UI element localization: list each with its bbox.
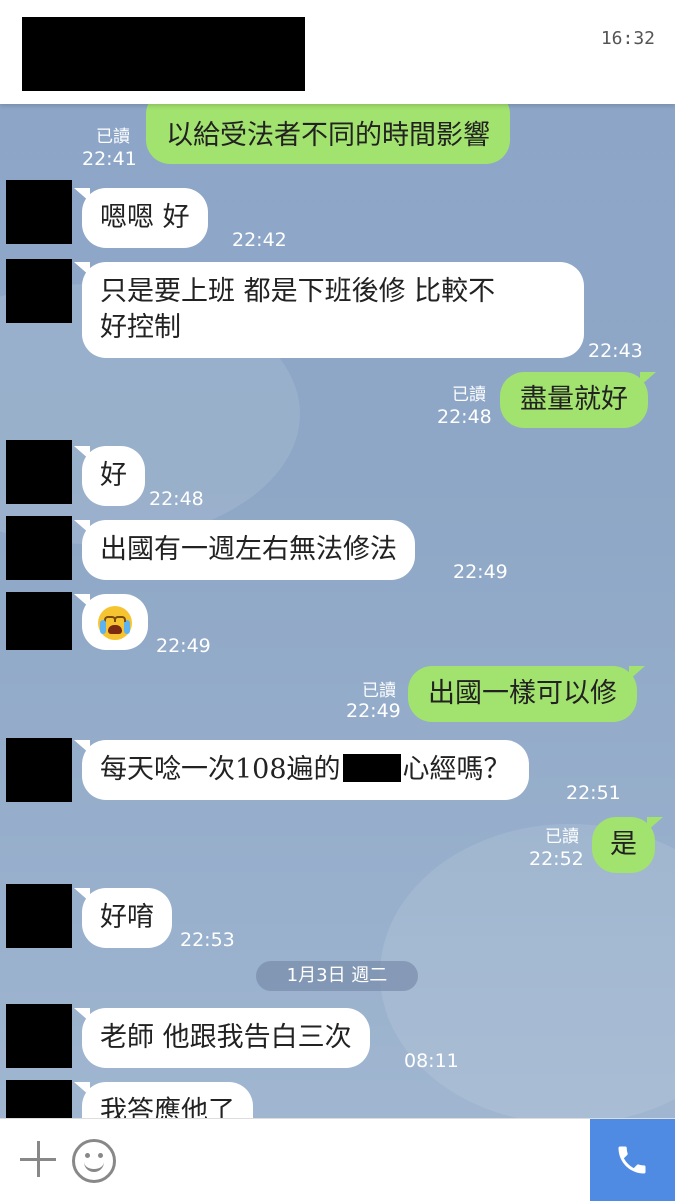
message-time: 22:43 <box>588 340 643 362</box>
avatar[interactable] <box>6 180 72 244</box>
redacted-text <box>342 754 401 782</box>
avatar[interactable] <box>6 440 72 504</box>
message-time: 22:51 <box>566 782 621 804</box>
message-time: 22:41 <box>82 148 137 170</box>
message-bubble-incoming[interactable]: 出國有一週左右無法修法 <box>74 520 415 580</box>
message-text: 盡量就好 <box>520 384 628 415</box>
status-clock: 16:32 <box>600 28 655 49</box>
read-receipt: 已讀 <box>96 127 130 147</box>
message-bubble-incoming[interactable]: 好 <box>74 446 145 506</box>
message-bubble-incoming[interactable]: 嗯嗯 好 <box>74 188 208 248</box>
date-separator: 1月3日 週二 <box>256 961 418 991</box>
call-button[interactable] <box>590 1119 675 1201</box>
message-bubble-outgoing[interactable]: 盡量就好 <box>500 372 656 428</box>
message-time: 08:11 <box>404 1050 459 1072</box>
read-receipt: 已讀 <box>452 385 486 405</box>
avatar[interactable] <box>6 592 72 650</box>
message-text-line: 只是要上班 都是下班後修 比較不 <box>100 276 496 307</box>
avatar[interactable] <box>6 516 72 580</box>
read-receipt: 已讀 <box>545 827 579 847</box>
read-receipt: 已讀 <box>362 681 396 701</box>
message-bubble-outgoing[interactable]: 出國一樣可以修 <box>408 666 645 722</box>
message-text: 老師 他跟我告白三次 <box>100 1022 352 1053</box>
input-bar <box>0 1118 675 1201</box>
message-text: 出國一樣可以修 <box>428 678 617 709</box>
message-text-line: 好控制 <box>100 312 181 343</box>
message-text: 是 <box>610 829 637 860</box>
message-text: 每天唸一次108遍的 <box>100 754 341 785</box>
message-text: 以給受法者不同的時間影響 <box>166 120 490 151</box>
message-bubble-incoming[interactable]: 只是要上班 都是下班後修 比較不 好控制 <box>74 262 584 358</box>
message-text: 好 <box>100 460 127 491</box>
phone-icon <box>618 1146 646 1174</box>
message-bubble-incoming[interactable]: 我答應他了 <box>74 1082 253 1118</box>
message-bubble-outgoing[interactable]: 以給受法者不同的時間影響 <box>146 104 510 164</box>
redacted-contact-name <box>22 17 305 91</box>
message-time: 22:49 <box>156 635 211 657</box>
avatar[interactable] <box>6 738 72 802</box>
message-time: 22:42 <box>232 229 287 251</box>
message-bubble-incoming[interactable]: 好唷 <box>74 888 172 948</box>
avatar[interactable] <box>6 884 72 948</box>
message-time: 22:52 <box>529 848 584 870</box>
avatar[interactable] <box>6 259 72 323</box>
message-text: 出國有一週左右無法修法 <box>100 534 397 565</box>
message-bubble-outgoing[interactable]: 是 <box>592 817 663 873</box>
message-time: 22:49 <box>346 700 401 722</box>
message-time: 22:48 <box>437 406 492 428</box>
loudly-crying-face-icon <box>98 605 132 640</box>
chat-header: 16:32 <box>0 0 675 104</box>
message-text: 嗯嗯 好 <box>100 202 190 233</box>
avatar[interactable] <box>6 1004 72 1068</box>
message-text: 心經嗎？ <box>402 754 511 785</box>
message-bubble-incoming[interactable] <box>74 594 148 650</box>
smiley-icon[interactable] <box>72 1139 116 1183</box>
message-text: 好唷 <box>100 902 154 933</box>
chat-area[interactable]: 以給受法者不同的時間影響 已讀 22:41 嗯嗯 好 22:42 只是要上班 都… <box>0 104 675 1118</box>
avatar[interactable] <box>6 1080 72 1118</box>
message-text: 我答應他了 <box>100 1096 235 1118</box>
message-bubble-incoming[interactable]: 老師 他跟我告白三次 <box>74 1008 370 1068</box>
message-time: 22:53 <box>180 929 235 951</box>
message-time: 22:48 <box>149 488 204 510</box>
message-time: 22:49 <box>453 561 508 583</box>
plus-icon[interactable] <box>18 1139 58 1179</box>
message-bubble-incoming[interactable]: 每天唸一次108遍的 心經嗎？ <box>74 740 529 800</box>
